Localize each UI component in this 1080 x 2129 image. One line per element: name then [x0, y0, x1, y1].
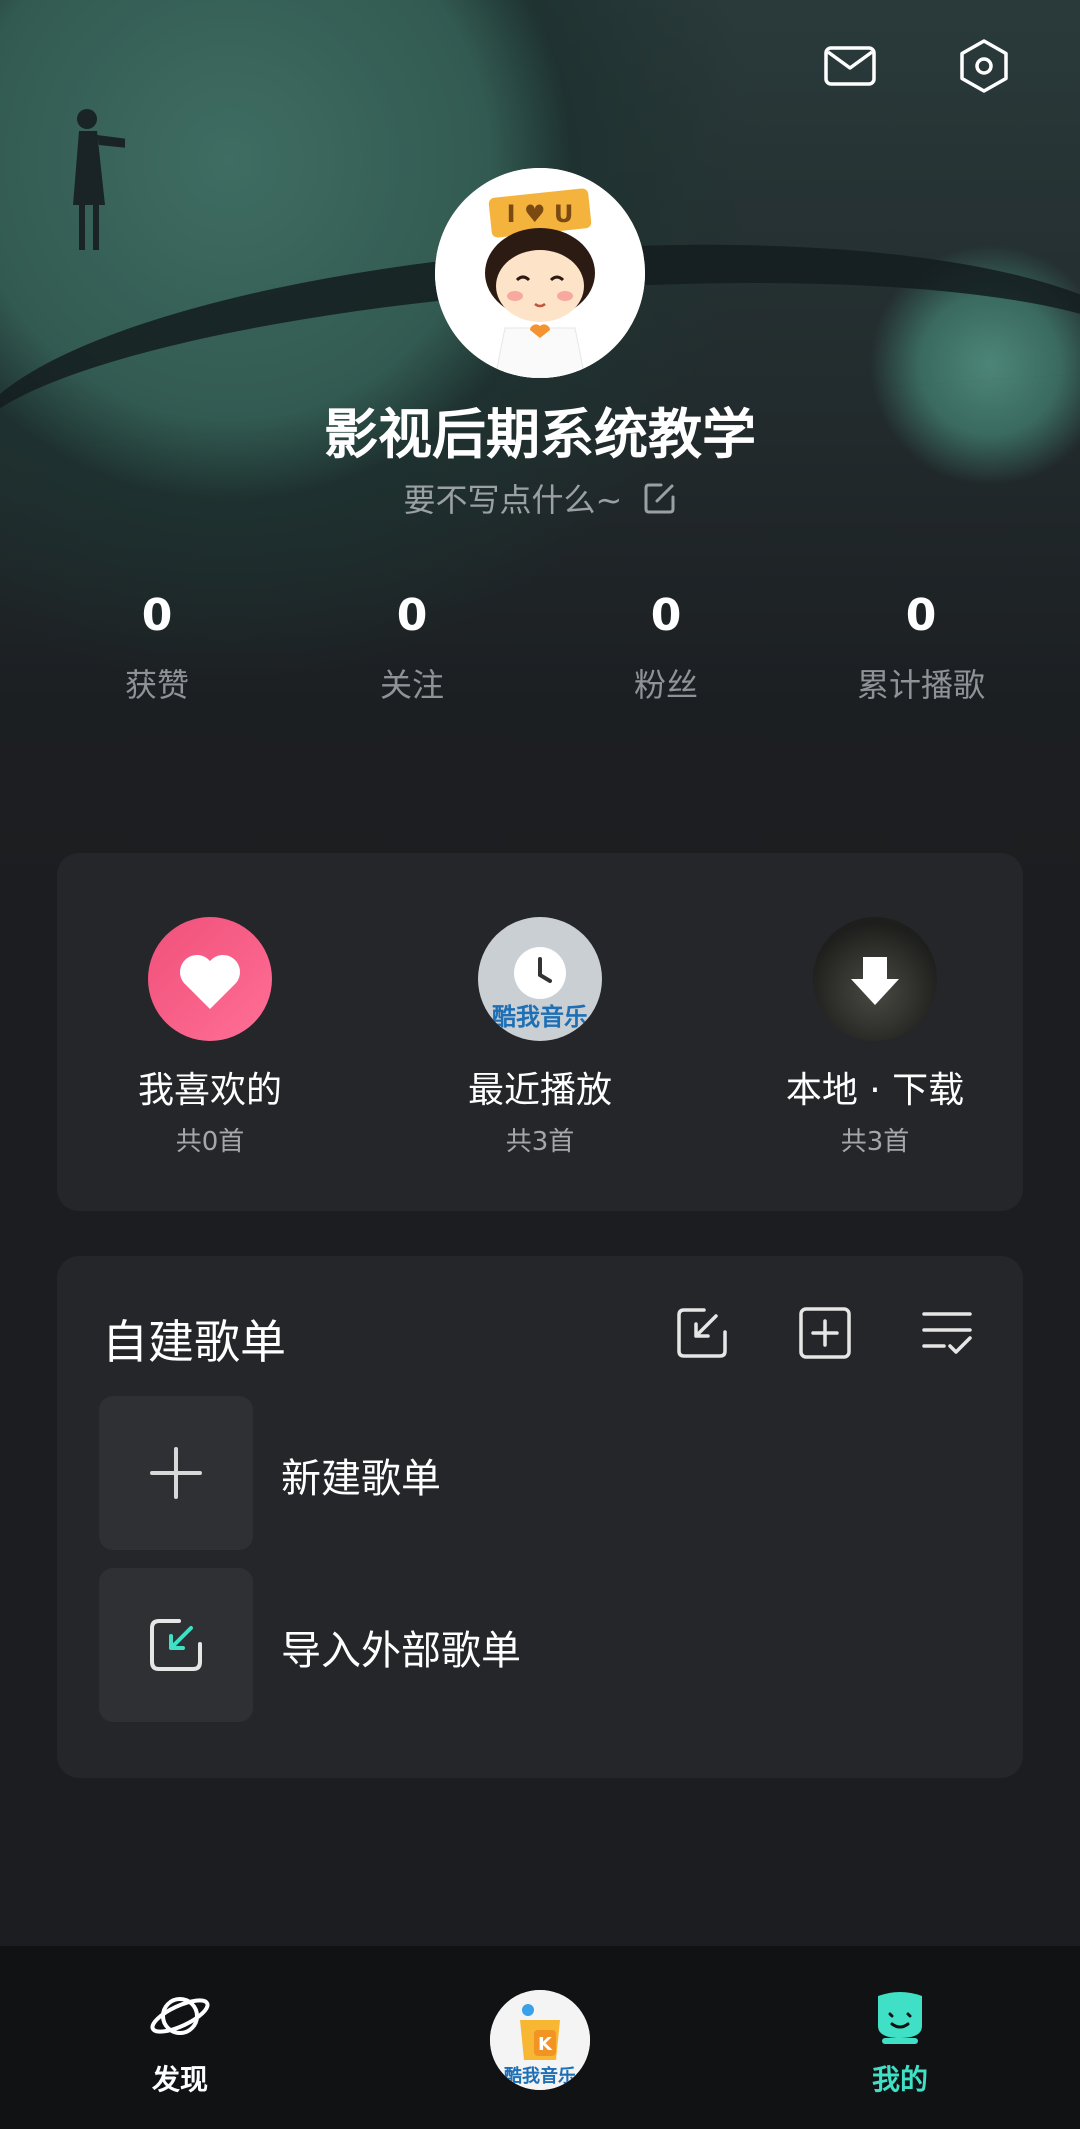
planet-icon [150, 1997, 210, 2035]
clock-icon: 酷我音乐 [492, 947, 588, 1031]
quick-item-count: 共0首 [175, 1127, 245, 1157]
stat-likes[interactable]: 0 获赞 [32, 590, 282, 706]
playlists-title: 自建歌单 [102, 1315, 286, 1369]
stat-value: 0 [905, 590, 937, 641]
tab-label: 我的 [871, 2063, 928, 2096]
stat-label: 粉丝 [633, 666, 698, 704]
recent-cover: 酷我音乐 [478, 917, 602, 1041]
my-playlists-card: 自建歌单 新建歌单 导入外部歌单 [57, 1256, 1023, 1778]
stat-fans[interactable]: 0 粉丝 [541, 590, 791, 706]
heart-icon [179, 954, 241, 1009]
import-arrow-icon [150, 1619, 202, 1671]
quick-item-recent[interactable]: 酷我音乐 最近播放 共3首 [390, 917, 690, 1158]
quick-item-count: 共3首 [840, 1127, 910, 1157]
import-playlist-thumb [99, 1568, 253, 1722]
quick-item-count: 共3首 [505, 1127, 575, 1157]
signature-row[interactable]: 要不写点什么~ [0, 475, 1080, 521]
kuwo-logo-button[interactable]: K 酷我音乐 [490, 1990, 590, 2090]
tab-label: 发现 [151, 2063, 208, 2096]
profile-name: 影视后期系统教学 [324, 403, 756, 466]
download-cover [813, 917, 937, 1041]
quick-item-title: 最近播放 [467, 1070, 612, 1111]
liked-cover [148, 917, 272, 1041]
stat-value: 0 [141, 590, 173, 641]
tab-mine[interactable]: 我的 [810, 1986, 990, 2098]
signature-text: 要不写点什么~ [403, 481, 623, 519]
stat-following[interactable]: 0 关注 [287, 590, 537, 706]
kuwo-logo-icon: K 酷我音乐 [490, 1990, 590, 2090]
svg-text:K: K [538, 2034, 553, 2055]
download-arrow-icon [851, 957, 899, 1005]
add-square-icon[interactable] [796, 1304, 854, 1362]
mail-icon[interactable] [822, 38, 878, 94]
edit-icon[interactable] [643, 481, 677, 515]
create-playlist-row[interactable]: 新建歌单 [99, 1396, 979, 1550]
avatar-text: I ♥ U [507, 200, 574, 228]
quick-item-local-download[interactable]: 本地 · 下载 共3首 [725, 917, 1025, 1158]
stat-label: 获赞 [124, 666, 189, 704]
silhouette-figure [73, 109, 125, 250]
stat-label: 累计播歌 [856, 666, 985, 704]
quick-item-title: 本地 · 下载 [785, 1070, 965, 1111]
import-playlist-row[interactable]: 导入外部歌单 [99, 1568, 979, 1722]
create-playlist-thumb [99, 1396, 253, 1550]
quick-access-card: 我喜欢的 共0首 酷我音乐 最近播放 共3首 本地 · 下载 共3首 [57, 853, 1023, 1211]
stat-label: 关注 [379, 666, 444, 704]
mine-face-icon [878, 1992, 922, 2044]
import-icon[interactable] [674, 1304, 732, 1362]
stat-value: 0 [396, 590, 428, 641]
quick-item-liked[interactable]: 我喜欢的 共0首 [60, 917, 360, 1158]
settings-icon[interactable] [956, 38, 1012, 94]
quick-item-title: 我喜欢的 [137, 1070, 282, 1111]
avatar-illustration: I ♥ U [435, 168, 645, 378]
tab-discover[interactable]: 发现 [90, 1986, 270, 2098]
plus-icon [150, 1447, 202, 1499]
avatar[interactable]: I ♥ U [435, 168, 645, 378]
import-playlist-label: 导入外部歌单 [281, 1628, 521, 1674]
recent-cover-text: 酷我音乐 [492, 1003, 588, 1031]
stat-total-plays[interactable]: 0 累计播歌 [796, 590, 1046, 706]
create-playlist-label: 新建歌单 [281, 1456, 441, 1502]
stat-value: 0 [650, 590, 682, 641]
sort-list-icon[interactable] [918, 1304, 976, 1362]
